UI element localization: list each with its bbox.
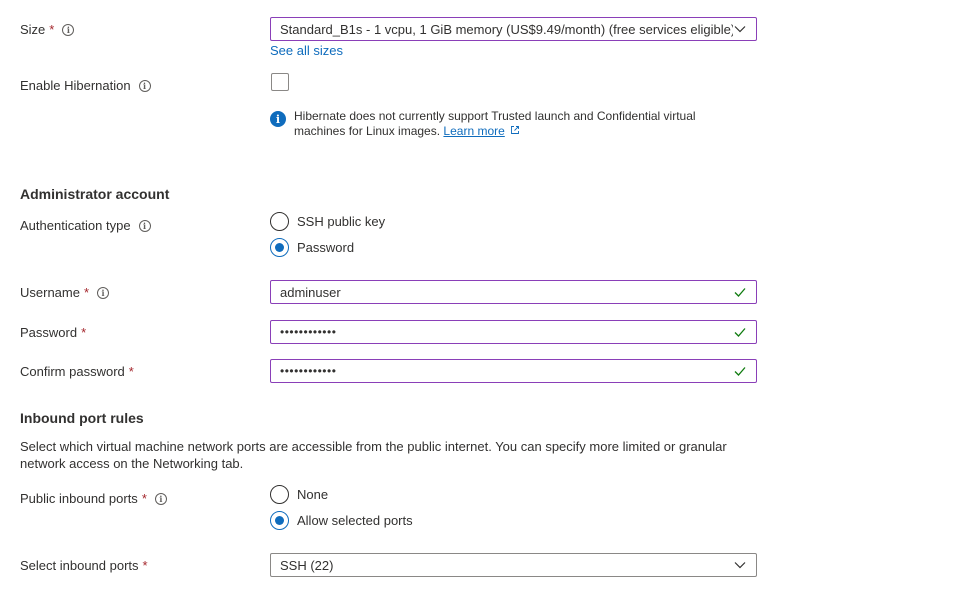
hibernation-label-row: Enable Hibernation i (20, 78, 151, 93)
chevron-down-icon (734, 26, 746, 33)
auth-option-ssh[interactable]: SSH public key (270, 212, 385, 231)
see-all-sizes-link[interactable]: See all sizes (270, 43, 343, 58)
auth-type-label-row: Authentication type i (20, 218, 151, 233)
hibernation-label: Enable Hibernation (20, 78, 131, 93)
required-marker: * (128, 364, 134, 379)
learn-more-link[interactable]: Learn more (443, 124, 504, 138)
radio-none[interactable] (270, 485, 289, 504)
select-inbound-ports-dropdown[interactable]: SSH (22) (270, 553, 757, 577)
username-label-row: Username * i (20, 285, 110, 300)
info-icon[interactable]: i (97, 286, 110, 299)
required-marker: * (141, 491, 147, 506)
size-dropdown[interactable]: Standard_B1s - 1 vcpu, 1 GiB memory (US$… (270, 17, 757, 41)
public-option-allow-label: Allow selected ports (297, 513, 413, 528)
vm-create-basics-form: Size * i Standard_B1s - 1 vcpu, 1 GiB me… (0, 0, 969, 596)
radio-allow-selected-ports[interactable] (270, 511, 289, 530)
public-option-none[interactable]: None (270, 485, 328, 504)
auth-type-label: Authentication type (20, 218, 131, 233)
radio-password[interactable] (270, 238, 289, 257)
public-inbound-label-row: Public inbound ports * i (20, 491, 167, 506)
password-label-row: Password * (20, 325, 86, 340)
password-value: •••••••••••• (280, 325, 337, 339)
password-input[interactable]: •••••••••••• (270, 320, 757, 344)
hibernation-checkbox[interactable] (271, 73, 289, 91)
confirm-password-input[interactable]: •••••••••••• (270, 359, 757, 383)
required-marker: * (142, 558, 148, 573)
username-input[interactable]: adminuser (270, 280, 757, 304)
password-label: Password (20, 325, 78, 340)
auth-option-ssh-label: SSH public key (297, 214, 386, 229)
select-inbound-label: Select inbound ports (20, 558, 139, 573)
inbound-port-rules-heading: Inbound port rules (20, 410, 144, 426)
info-filled-icon: i (270, 111, 286, 127)
confirm-password-label: Confirm password (20, 364, 125, 379)
info-icon[interactable]: i (138, 79, 151, 92)
username-value: adminuser (280, 284, 341, 300)
auth-option-password-label: Password (297, 240, 355, 255)
confirm-password-value: •••••••••••• (280, 364, 337, 378)
public-inbound-label: Public inbound ports (20, 491, 138, 506)
admin-account-heading: Administrator account (20, 186, 170, 202)
public-option-none-label: None (297, 487, 329, 502)
chevron-down-icon (734, 562, 746, 569)
inbound-description: Select which virtual machine network por… (20, 439, 727, 471)
info-icon[interactable]: i (138, 219, 151, 232)
confirm-password-label-row: Confirm password * (20, 364, 134, 379)
info-icon[interactable]: i (154, 492, 167, 505)
required-marker: * (83, 285, 90, 300)
auth-option-password[interactable]: Password (270, 238, 354, 257)
username-label: Username (20, 285, 80, 300)
size-label: Size (20, 22, 46, 37)
required-marker: * (81, 325, 87, 340)
checkmark-icon (734, 367, 746, 376)
info-icon[interactable]: i (62, 23, 75, 36)
checkmark-icon (734, 328, 746, 337)
size-label-row: Size * i (20, 22, 75, 37)
external-link-icon (511, 126, 520, 134)
hibernation-info-message: i Hibernate does not currently support T… (270, 109, 720, 139)
select-inbound-value: SSH (22) (280, 557, 334, 573)
size-dropdown-value: Standard_B1s - 1 vcpu, 1 GiB memory (US$… (280, 21, 733, 37)
hibernation-info-text: Hibernate does not currently support Tru… (294, 109, 696, 138)
select-inbound-label-row: Select inbound ports * (20, 558, 148, 573)
checkmark-icon (734, 288, 746, 297)
public-option-allow-selected[interactable]: Allow selected ports (270, 511, 413, 530)
radio-ssh-public-key[interactable] (270, 212, 289, 231)
required-marker: * (49, 22, 55, 37)
